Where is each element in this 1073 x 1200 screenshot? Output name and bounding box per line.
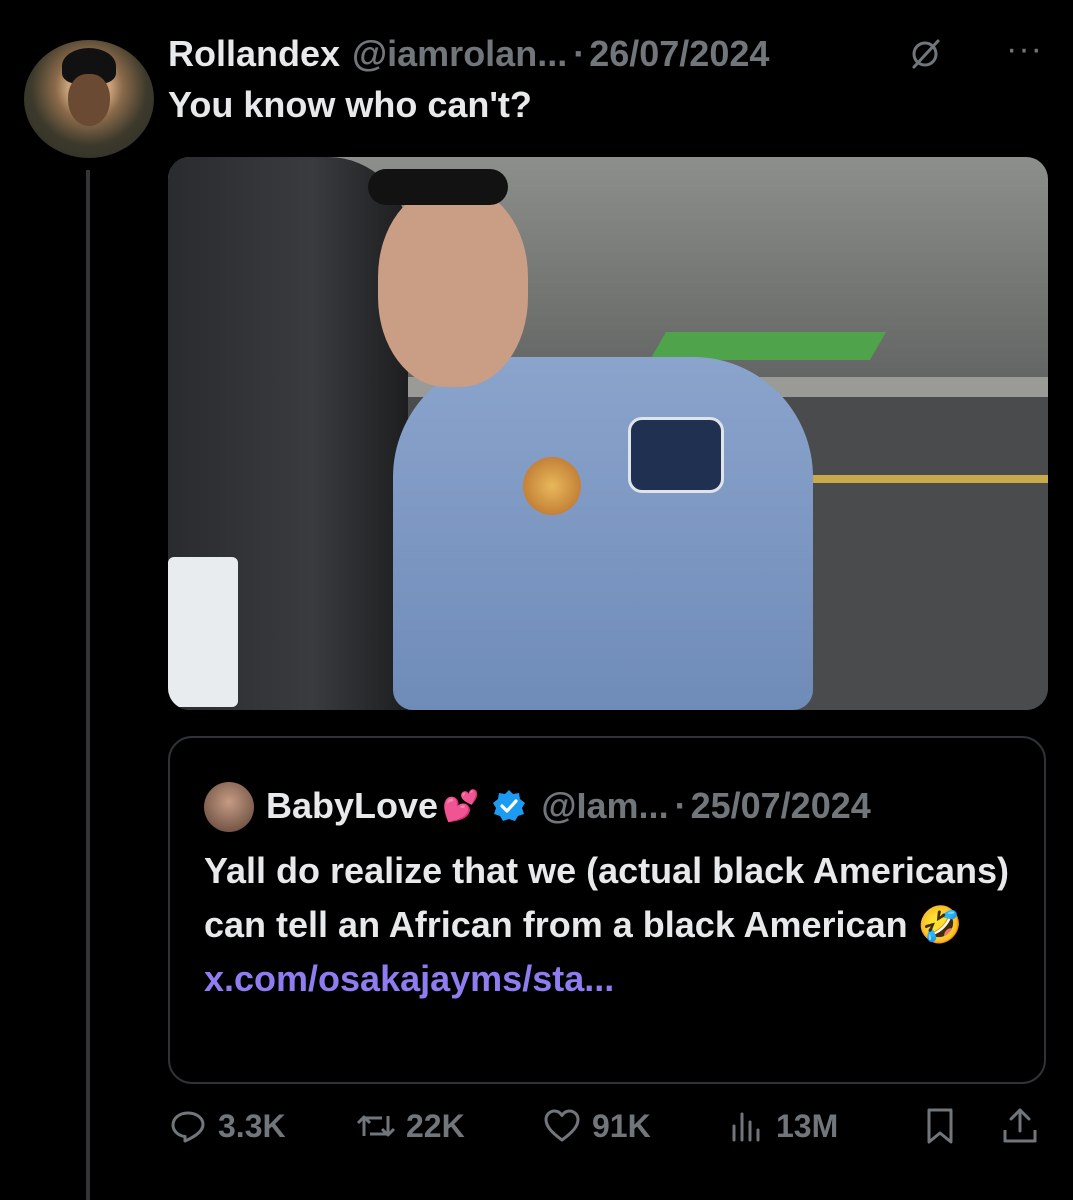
- image-sunglasses: [368, 169, 508, 205]
- view-count: 13M: [776, 1107, 839, 1144]
- tweet-header: Rollandex @iamrolan... · 26/07/2024 ···: [168, 30, 1043, 78]
- author-handle[interactable]: @iamrolan...: [352, 33, 567, 75]
- image-person-body: [393, 357, 813, 710]
- quoted-author-avatar[interactable]: [204, 782, 254, 832]
- avatar-face: [68, 74, 110, 126]
- heart-emoji: 💕: [442, 789, 480, 823]
- image-shoulder-patch: [628, 417, 724, 493]
- quoted-author-name[interactable]: BabyLove: [266, 785, 438, 827]
- tweet-image[interactable]: [168, 157, 1048, 710]
- quoted-tweet-header: BabyLove 💕 @Iam... · 25/07/2024: [266, 778, 871, 834]
- quoted-separator-dot: ·: [674, 785, 687, 826]
- quoted-tweet-link[interactable]: x.com/osakajayms/sta...: [204, 958, 614, 999]
- repost-icon: [356, 1115, 396, 1137]
- views-button[interactable]: 13M: [726, 1106, 838, 1146]
- reply-button[interactable]: 3.3K: [168, 1106, 286, 1146]
- reply-count: 3.3K: [218, 1107, 286, 1144]
- more-options-icon[interactable]: ···: [1006, 32, 1043, 66]
- like-count: 91K: [592, 1107, 651, 1144]
- views-chart-icon: [732, 1112, 760, 1142]
- image-badge: [523, 457, 581, 515]
- author-name[interactable]: Rollandex: [168, 33, 340, 75]
- quoted-tweet-body: Yall do realize that we (actual black Am…: [204, 850, 1009, 945]
- repost-count: 22K: [406, 1107, 465, 1144]
- separator-dot: ·: [573, 33, 586, 74]
- repost-button[interactable]: 22K: [356, 1106, 465, 1146]
- tweet-actions: 3.3K 22K 91K 13M: [168, 1096, 1048, 1166]
- author-avatar[interactable]: [24, 40, 154, 158]
- thread-line: [86, 170, 90, 1200]
- verified-badge-icon: [493, 790, 526, 821]
- share-button[interactable]: [1000, 1106, 1040, 1146]
- image-person-head: [378, 187, 528, 387]
- quoted-tweet-date[interactable]: 25/07/2024: [691, 785, 871, 827]
- bookmark-button[interactable]: [920, 1106, 960, 1146]
- tweet-text: You know who can't?: [168, 84, 532, 125]
- grok-icon[interactable]: [907, 36, 943, 72]
- tweet-date[interactable]: 26/07/2024: [589, 33, 769, 75]
- reply-icon: [171, 1111, 205, 1143]
- quoted-tweet[interactable]: BabyLove 💕 @Iam... · 25/07/2024 Yall do …: [168, 736, 1046, 1084]
- heart-icon: [544, 1109, 580, 1142]
- bookmark-icon: [927, 1108, 953, 1144]
- quoted-author-handle[interactable]: @Iam...: [541, 785, 668, 827]
- image-bike-lane: [649, 332, 887, 360]
- image-license-plate: [168, 557, 238, 707]
- quoted-tweet-text: Yall do realize that we (actual black Am…: [204, 844, 1014, 1006]
- share-icon: [1003, 1108, 1037, 1143]
- like-button[interactable]: 91K: [542, 1106, 651, 1146]
